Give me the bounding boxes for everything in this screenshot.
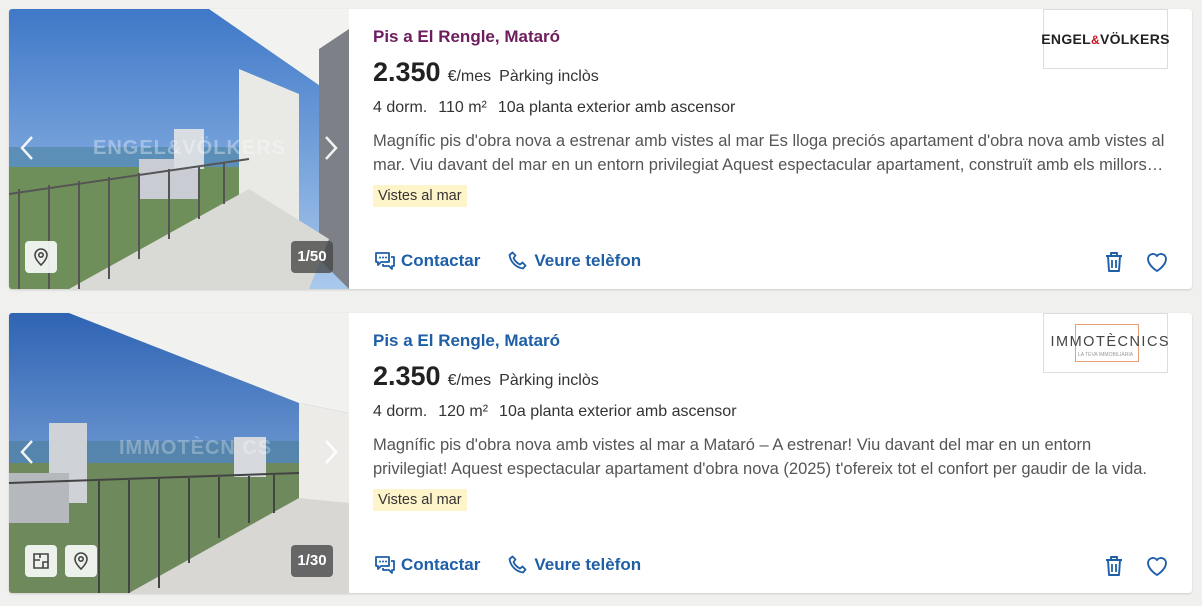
listing-card[interactable]: ENGEL&VÖLKERS 1/50 Pis a El Rengle, Mata… [9,9,1192,289]
heart-icon[interactable] [1144,249,1170,275]
engel-volkers-logo: ENGEL&VÖLKERS [1041,31,1170,47]
listing-info: Pis a El Rengle, Mataró 2.350 €/mes Pàrk… [373,9,1192,289]
surface: 120 m² [438,403,489,420]
bedrooms: 4 dorm. [373,403,428,420]
listing-actions: Contactar Veure telèfon [373,553,667,577]
price-row: 2.350 €/mes Pàrking inclòs [373,361,599,392]
chevron-right-icon[interactable] [319,437,343,467]
agency-logo[interactable]: IMMOTÈCNICS LA TEVA IMMOBILIÀRIA [1043,313,1169,373]
phone-label: Veure telèfon [534,555,642,574]
price-unit: €/mes [447,372,492,389]
listing-details: 4 dorm. 110 m² 10a planta exterior amb a… [373,99,746,117]
listing-description[interactable]: Magnífic pis d'obra nova a estrenar amb … [373,129,1165,177]
listing-info: Pis a El Rengle, Mataró 2.350 €/mes Pàrk… [373,313,1192,593]
chat-icon [375,556,395,574]
price: 2.350 [373,361,441,391]
photo-watermark: ENGEL&VÖLKERS [93,137,287,159]
price-unit: €/mes [447,68,492,85]
listing-title-link[interactable]: Pis a El Rengle, Mataró [373,331,560,351]
trash-icon[interactable] [1101,249,1127,275]
floor-info: 10a planta exterior amb ascensor [499,403,737,420]
phone-icon [508,251,527,270]
listing-title-link[interactable]: Pis a El Rengle, Mataró [373,27,560,47]
bedrooms: 4 dorm. [373,99,428,116]
surface: 110 m² [438,99,487,116]
contact-button[interactable]: Contactar [373,553,480,577]
price-row: 2.350 €/mes Pàrking inclòs [373,57,599,88]
listing-card[interactable]: IMMOTÈCN CS 1/30 Pis a El Rengle, Mataró… [9,313,1192,593]
heart-icon[interactable] [1144,553,1170,579]
floorplan-icon[interactable] [25,545,57,577]
map-pin-icon[interactable] [65,545,97,577]
contact-label: Contactar [401,555,481,574]
listing-description[interactable]: Magnífic pis d'obra nova amb vistes al m… [373,433,1165,481]
feature-tag: Vistes al mar [373,489,467,511]
phone-icon [508,555,527,574]
phone-label: Veure telèfon [534,251,642,270]
map-pin-icon[interactable] [25,241,57,273]
parking-info: Pàrking inclòs [499,68,599,85]
contact-label: Contactar [401,251,481,270]
listing-photo[interactable]: ENGEL&VÖLKERS 1/50 [9,9,349,289]
show-phone-button[interactable]: Veure telèfon [506,249,641,273]
listing-details: 4 dorm. 120 m² 10a planta exterior amb a… [373,403,748,421]
chevron-left-icon[interactable] [15,437,39,467]
photo-counter: 1/50 [291,241,333,273]
chat-icon [375,252,395,270]
photo-counter: 1/30 [291,545,333,577]
listing-photo[interactable]: IMMOTÈCN CS 1/30 [9,313,349,593]
floor-info: 10a planta exterior amb ascensor [497,99,736,116]
show-phone-button[interactable]: Veure telèfon [506,553,641,577]
agency-logo[interactable]: ENGEL&VÖLKERS [1041,9,1170,69]
contact-button[interactable]: Contactar [373,249,480,273]
photo-watermark: IMMOTÈCN CS [119,437,273,459]
parking-info: Pàrking inclòs [499,372,599,389]
trash-icon[interactable] [1101,553,1127,579]
chevron-left-icon[interactable] [15,133,39,163]
chevron-right-icon[interactable] [319,133,343,163]
immotecnics-logo: IMMOTÈCNICS LA TEVA IMMOBILIÀRIA [1051,320,1169,366]
feature-tag: Vistes al mar [373,185,467,207]
price: 2.350 [373,57,441,87]
listing-actions: Contactar Veure telèfon [373,249,667,273]
